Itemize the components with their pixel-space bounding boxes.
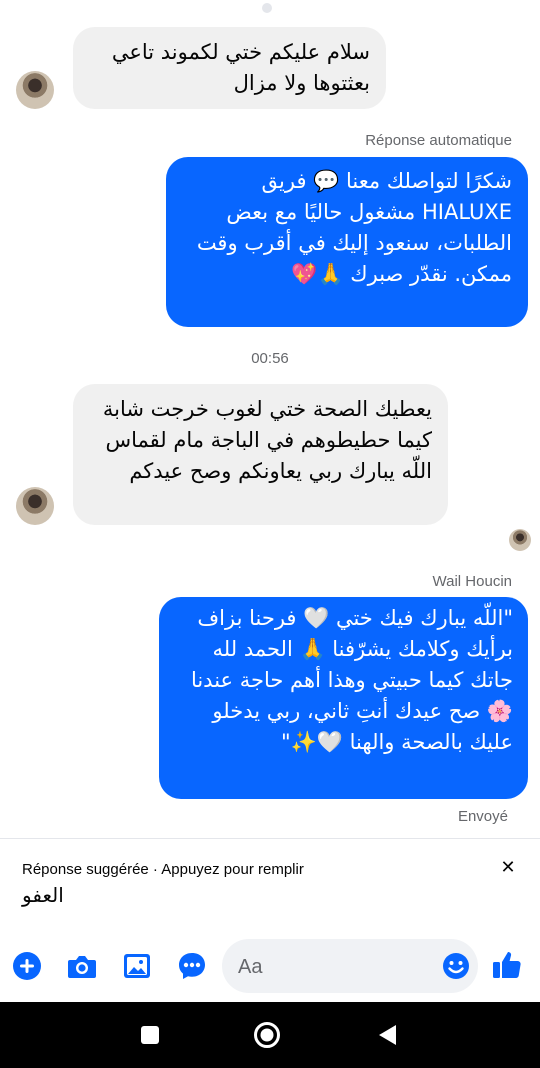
gallery-icon[interactable] <box>121 950 153 982</box>
seen-avatar <box>509 529 531 551</box>
plus-icon[interactable] <box>11 950 43 982</box>
suggestion-header: Réponse suggérée · Appuyez pour remplir <box>22 861 304 878</box>
home-button[interactable] <box>252 1020 282 1050</box>
close-icon[interactable]: ✕ <box>496 856 520 880</box>
message-composer[interactable] <box>222 939 478 995</box>
recent-apps-button[interactable] <box>135 1020 165 1050</box>
divider <box>0 838 540 839</box>
camera-icon[interactable] <box>66 950 98 982</box>
system-navigation-bar <box>0 1002 540 1068</box>
timestamp: 00:56 <box>251 350 289 367</box>
contact-avatar[interactable] <box>16 487 54 525</box>
message-status: Envoyé <box>457 808 508 825</box>
emoji-icon[interactable] <box>440 950 472 982</box>
message-outgoing-reply[interactable]: "اللّه يبارك فيك ختي 🤍 فرحنا بزاف برأيك … <box>159 597 528 799</box>
message-outgoing-auto[interactable]: شكرًا لتواصلك معنا 💬 فريق HIALUXE مشغول … <box>166 157 528 327</box>
contact-avatar[interactable] <box>16 71 54 109</box>
back-button[interactable] <box>372 1020 402 1050</box>
like-icon[interactable] <box>491 949 523 981</box>
message-input[interactable] <box>236 939 440 995</box>
message-incoming-1[interactable]: سلام عليكم ختي لكموند تاعي بعثتوها ولا م… <box>73 27 386 109</box>
scroll-indicator <box>262 3 272 13</box>
sender-label: Wail Houcin <box>432 573 512 590</box>
suggested-reply[interactable]: العفو <box>22 883 64 907</box>
message-incoming-2[interactable]: يعطيك الصحة ختي لغوب خرجت شابة كيما حطيط… <box>73 384 448 525</box>
sender-label: Réponse automatique <box>365 132 512 149</box>
chat-options-icon[interactable] <box>176 950 208 982</box>
